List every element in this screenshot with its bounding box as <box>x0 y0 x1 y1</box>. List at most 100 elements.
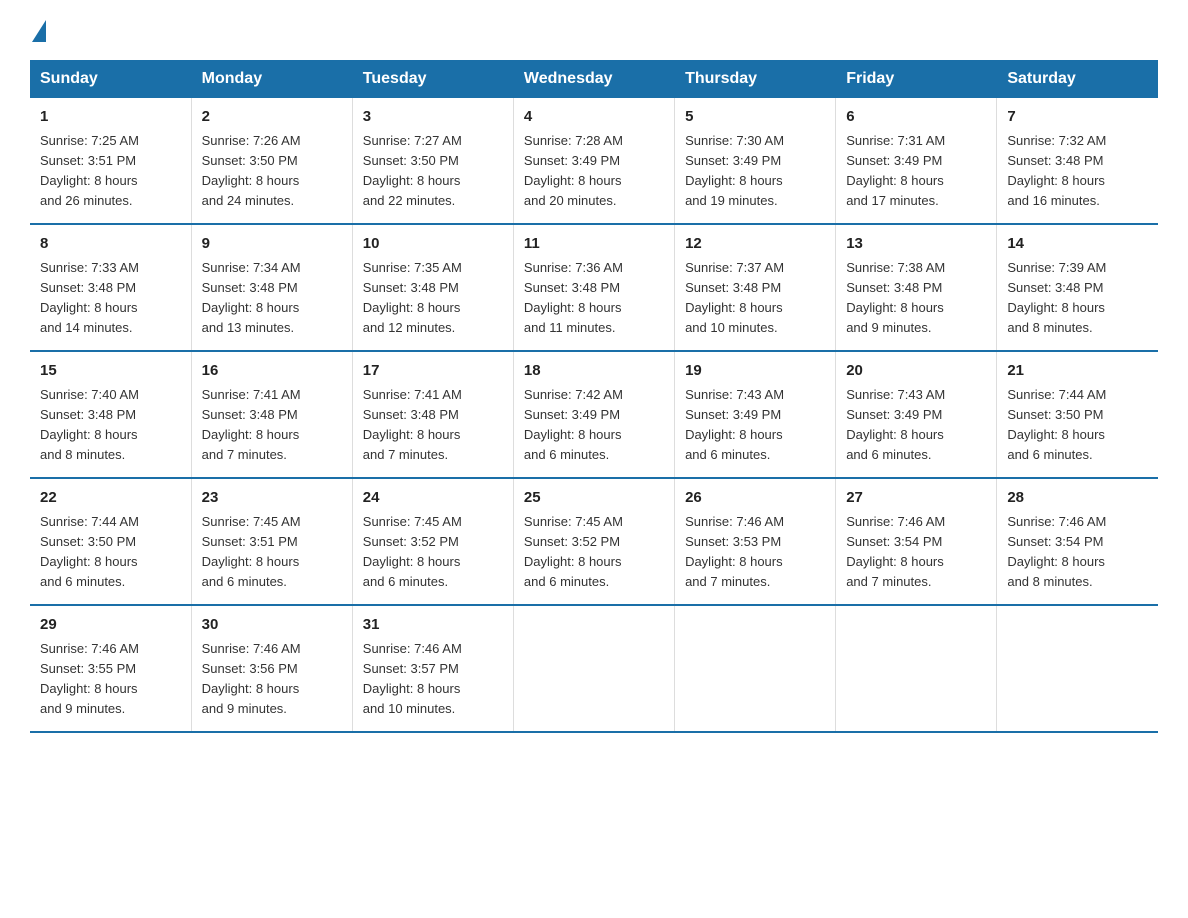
day-info: Sunrise: 7:26 AM Sunset: 3:50 PM Dayligh… <box>202 131 342 212</box>
day-number: 27 <box>846 487 986 510</box>
day-header-saturday: Saturday <box>997 60 1158 98</box>
day-info: Sunrise: 7:46 AM Sunset: 3:54 PM Dayligh… <box>1007 512 1148 593</box>
day-info: Sunrise: 7:41 AM Sunset: 3:48 PM Dayligh… <box>202 385 342 466</box>
day-number: 19 <box>685 360 825 383</box>
day-number: 30 <box>202 614 342 637</box>
calendar-cell: 3Sunrise: 7:27 AM Sunset: 3:50 PM Daylig… <box>352 98 513 224</box>
calendar-cell <box>675 605 836 732</box>
day-number: 15 <box>40 360 181 383</box>
day-info: Sunrise: 7:45 AM Sunset: 3:51 PM Dayligh… <box>202 512 342 593</box>
day-info: Sunrise: 7:46 AM Sunset: 3:57 PM Dayligh… <box>363 639 503 720</box>
calendar-cell: 7Sunrise: 7:32 AM Sunset: 3:48 PM Daylig… <box>997 98 1158 224</box>
day-info: Sunrise: 7:46 AM Sunset: 3:56 PM Dayligh… <box>202 639 342 720</box>
week-row-2: 8Sunrise: 7:33 AM Sunset: 3:48 PM Daylig… <box>30 224 1158 351</box>
day-info: Sunrise: 7:34 AM Sunset: 3:48 PM Dayligh… <box>202 258 342 339</box>
day-info: Sunrise: 7:35 AM Sunset: 3:48 PM Dayligh… <box>363 258 503 339</box>
day-info: Sunrise: 7:39 AM Sunset: 3:48 PM Dayligh… <box>1007 258 1148 339</box>
day-number: 2 <box>202 106 342 129</box>
day-info: Sunrise: 7:37 AM Sunset: 3:48 PM Dayligh… <box>685 258 825 339</box>
logo <box>30 20 46 40</box>
day-info: Sunrise: 7:32 AM Sunset: 3:48 PM Dayligh… <box>1007 131 1148 212</box>
calendar-cell: 18Sunrise: 7:42 AM Sunset: 3:49 PM Dayli… <box>513 351 674 478</box>
calendar-cell: 9Sunrise: 7:34 AM Sunset: 3:48 PM Daylig… <box>191 224 352 351</box>
day-number: 10 <box>363 233 503 256</box>
day-number: 16 <box>202 360 342 383</box>
day-number: 23 <box>202 487 342 510</box>
day-info: Sunrise: 7:46 AM Sunset: 3:53 PM Dayligh… <box>685 512 825 593</box>
day-number: 13 <box>846 233 986 256</box>
week-row-5: 29Sunrise: 7:46 AM Sunset: 3:55 PM Dayli… <box>30 605 1158 732</box>
day-number: 28 <box>1007 487 1148 510</box>
calendar-cell: 21Sunrise: 7:44 AM Sunset: 3:50 PM Dayli… <box>997 351 1158 478</box>
day-header-thursday: Thursday <box>675 60 836 98</box>
calendar-cell: 26Sunrise: 7:46 AM Sunset: 3:53 PM Dayli… <box>675 478 836 605</box>
days-header-row: SundayMondayTuesdayWednesdayThursdayFrid… <box>30 60 1158 98</box>
calendar-cell: 8Sunrise: 7:33 AM Sunset: 3:48 PM Daylig… <box>30 224 191 351</box>
week-row-3: 15Sunrise: 7:40 AM Sunset: 3:48 PM Dayli… <box>30 351 1158 478</box>
calendar-cell: 29Sunrise: 7:46 AM Sunset: 3:55 PM Dayli… <box>30 605 191 732</box>
week-row-1: 1Sunrise: 7:25 AM Sunset: 3:51 PM Daylig… <box>30 98 1158 224</box>
day-info: Sunrise: 7:33 AM Sunset: 3:48 PM Dayligh… <box>40 258 181 339</box>
day-header-monday: Monday <box>191 60 352 98</box>
calendar-cell: 24Sunrise: 7:45 AM Sunset: 3:52 PM Dayli… <box>352 478 513 605</box>
calendar-cell: 22Sunrise: 7:44 AM Sunset: 3:50 PM Dayli… <box>30 478 191 605</box>
day-number: 20 <box>846 360 986 383</box>
day-number: 18 <box>524 360 664 383</box>
day-number: 9 <box>202 233 342 256</box>
calendar-cell: 15Sunrise: 7:40 AM Sunset: 3:48 PM Dayli… <box>30 351 191 478</box>
calendar-cell <box>997 605 1158 732</box>
day-info: Sunrise: 7:46 AM Sunset: 3:54 PM Dayligh… <box>846 512 986 593</box>
day-info: Sunrise: 7:44 AM Sunset: 3:50 PM Dayligh… <box>40 512 181 593</box>
day-info: Sunrise: 7:45 AM Sunset: 3:52 PM Dayligh… <box>524 512 664 593</box>
calendar-cell: 27Sunrise: 7:46 AM Sunset: 3:54 PM Dayli… <box>836 478 997 605</box>
calendar-cell: 13Sunrise: 7:38 AM Sunset: 3:48 PM Dayli… <box>836 224 997 351</box>
calendar-cell: 16Sunrise: 7:41 AM Sunset: 3:48 PM Dayli… <box>191 351 352 478</box>
day-info: Sunrise: 7:43 AM Sunset: 3:49 PM Dayligh… <box>685 385 825 466</box>
day-number: 5 <box>685 106 825 129</box>
week-row-4: 22Sunrise: 7:44 AM Sunset: 3:50 PM Dayli… <box>30 478 1158 605</box>
day-info: Sunrise: 7:28 AM Sunset: 3:49 PM Dayligh… <box>524 131 664 212</box>
page-header <box>30 20 1158 40</box>
calendar-cell <box>836 605 997 732</box>
calendar-cell: 5Sunrise: 7:30 AM Sunset: 3:49 PM Daylig… <box>675 98 836 224</box>
day-info: Sunrise: 7:44 AM Sunset: 3:50 PM Dayligh… <box>1007 385 1148 466</box>
day-number: 25 <box>524 487 664 510</box>
logo-triangle-icon <box>32 20 46 42</box>
calendar-cell: 1Sunrise: 7:25 AM Sunset: 3:51 PM Daylig… <box>30 98 191 224</box>
calendar-cell: 14Sunrise: 7:39 AM Sunset: 3:48 PM Dayli… <box>997 224 1158 351</box>
calendar-cell: 10Sunrise: 7:35 AM Sunset: 3:48 PM Dayli… <box>352 224 513 351</box>
day-number: 17 <box>363 360 503 383</box>
calendar-table: SundayMondayTuesdayWednesdayThursdayFrid… <box>30 60 1158 733</box>
day-number: 7 <box>1007 106 1148 129</box>
day-header-wednesday: Wednesday <box>513 60 674 98</box>
day-info: Sunrise: 7:25 AM Sunset: 3:51 PM Dayligh… <box>40 131 181 212</box>
calendar-cell: 28Sunrise: 7:46 AM Sunset: 3:54 PM Dayli… <box>997 478 1158 605</box>
day-number: 24 <box>363 487 503 510</box>
day-info: Sunrise: 7:30 AM Sunset: 3:49 PM Dayligh… <box>685 131 825 212</box>
day-number: 29 <box>40 614 181 637</box>
day-info: Sunrise: 7:41 AM Sunset: 3:48 PM Dayligh… <box>363 385 503 466</box>
day-number: 8 <box>40 233 181 256</box>
calendar-cell: 20Sunrise: 7:43 AM Sunset: 3:49 PM Dayli… <box>836 351 997 478</box>
calendar-cell: 11Sunrise: 7:36 AM Sunset: 3:48 PM Dayli… <box>513 224 674 351</box>
day-number: 3 <box>363 106 503 129</box>
day-header-sunday: Sunday <box>30 60 191 98</box>
day-number: 11 <box>524 233 664 256</box>
day-number: 26 <box>685 487 825 510</box>
day-info: Sunrise: 7:42 AM Sunset: 3:49 PM Dayligh… <box>524 385 664 466</box>
day-number: 4 <box>524 106 664 129</box>
calendar-cell: 30Sunrise: 7:46 AM Sunset: 3:56 PM Dayli… <box>191 605 352 732</box>
calendar-cell: 2Sunrise: 7:26 AM Sunset: 3:50 PM Daylig… <box>191 98 352 224</box>
calendar-cell: 31Sunrise: 7:46 AM Sunset: 3:57 PM Dayli… <box>352 605 513 732</box>
day-number: 22 <box>40 487 181 510</box>
day-info: Sunrise: 7:40 AM Sunset: 3:48 PM Dayligh… <box>40 385 181 466</box>
day-header-tuesday: Tuesday <box>352 60 513 98</box>
calendar-cell: 6Sunrise: 7:31 AM Sunset: 3:49 PM Daylig… <box>836 98 997 224</box>
day-info: Sunrise: 7:46 AM Sunset: 3:55 PM Dayligh… <box>40 639 181 720</box>
day-number: 14 <box>1007 233 1148 256</box>
day-info: Sunrise: 7:45 AM Sunset: 3:52 PM Dayligh… <box>363 512 503 593</box>
calendar-cell: 19Sunrise: 7:43 AM Sunset: 3:49 PM Dayli… <box>675 351 836 478</box>
day-info: Sunrise: 7:43 AM Sunset: 3:49 PM Dayligh… <box>846 385 986 466</box>
day-info: Sunrise: 7:27 AM Sunset: 3:50 PM Dayligh… <box>363 131 503 212</box>
calendar-cell: 4Sunrise: 7:28 AM Sunset: 3:49 PM Daylig… <box>513 98 674 224</box>
